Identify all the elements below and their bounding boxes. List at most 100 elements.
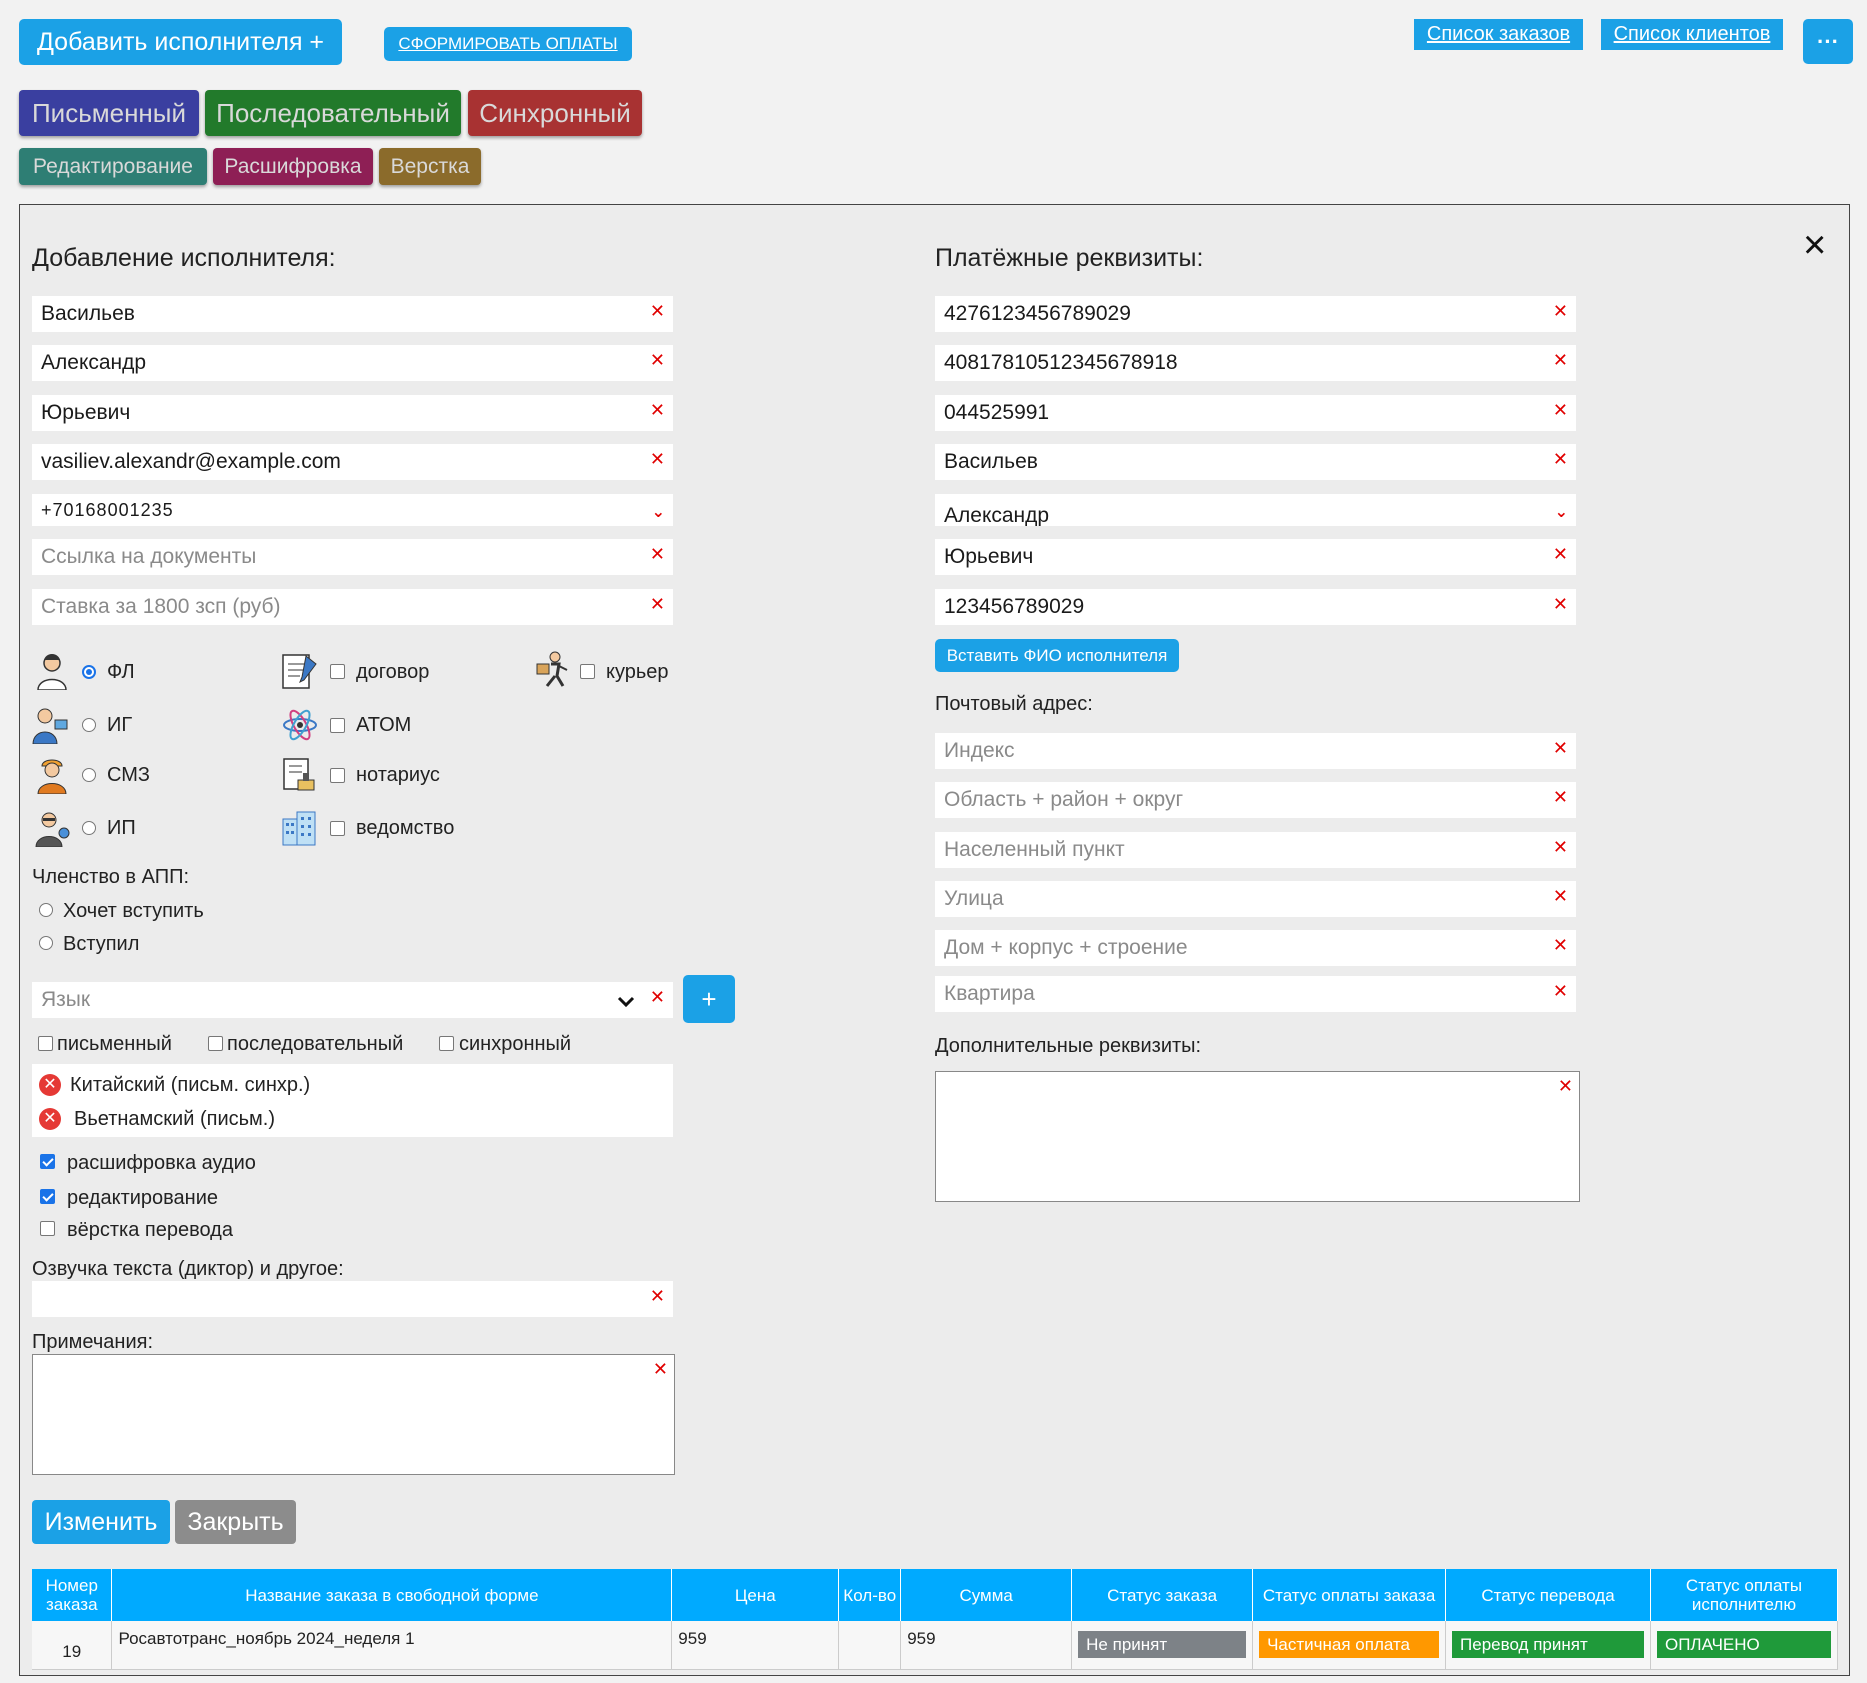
postal-house-field[interactable]: Дом + корпус + строение ✕ — [935, 930, 1576, 966]
check-mode-consecutive[interactable] — [208, 1036, 223, 1051]
last-name-field[interactable]: Васильев ✕ — [32, 296, 673, 332]
cell-price: 959 — [671, 1621, 840, 1670]
clear-icon[interactable]: ✕ — [653, 1359, 668, 1380]
radio-smz[interactable] — [82, 768, 96, 782]
close-icon[interactable]: × — [1803, 225, 1826, 265]
type-consecutive-button[interactable]: Последовательный — [205, 90, 461, 136]
check-mode-simultaneous[interactable] — [439, 1036, 454, 1051]
remove-language-icon[interactable]: ✕ — [39, 1108, 61, 1130]
middle-name-field[interactable]: Юрьевич ✕ — [32, 395, 673, 431]
sub-transcription-button[interactable]: Расшифровка — [213, 148, 373, 185]
payee-last-name-field[interactable]: Васильев ✕ — [935, 444, 1576, 480]
bik-field[interactable]: 044525991 ✕ — [935, 395, 1576, 431]
cell-trans-status: Перевод принят — [1445, 1621, 1651, 1670]
form-payments-button[interactable]: СФОРМИРОВАТЬ ОПЛАТЫ — [384, 27, 632, 61]
cell-order-num: 19 — [32, 1621, 113, 1670]
check-transcription[interactable] — [40, 1154, 55, 1169]
phone-field[interactable]: +70168001235 ⌄ — [32, 494, 673, 526]
clear-icon[interactable]: ✕ — [1553, 787, 1568, 808]
clear-icon[interactable]: ✕ — [1553, 981, 1568, 1002]
clear-icon[interactable]: ✕ — [650, 544, 665, 565]
type-written-button[interactable]: Письменный — [19, 90, 199, 136]
email-field[interactable]: vasiliev.alexandr@example.com ✕ — [32, 444, 673, 480]
postal-city-field[interactable]: Населенный пункт ✕ — [935, 832, 1576, 868]
language-select[interactable]: Язык ✕ — [32, 982, 673, 1018]
check-courier-label: курьер — [606, 661, 669, 683]
table-row[interactable]: 19 Росавтотранс_ноябрь 2024_неделя 1 959… — [32, 1621, 1839, 1670]
save-button[interactable]: Изменить — [32, 1500, 170, 1544]
sub-layout-button[interactable]: Верстка — [379, 148, 481, 185]
perf-pay-badge[interactable]: ОПЛАЧЕНО — [1656, 1631, 1831, 1659]
inn-field[interactable]: 123456789029 ✕ — [935, 589, 1576, 625]
radio-fl[interactable] — [82, 665, 96, 679]
clear-icon[interactable]: ✕ — [1553, 837, 1568, 858]
check-mode-consecutive-label: последовательный — [227, 1033, 404, 1055]
entrepreneur-icon — [33, 809, 71, 848]
voice-field[interactable]: ✕ — [32, 1281, 673, 1317]
clear-icon[interactable]: ✕ — [1553, 301, 1568, 322]
documents-link-field[interactable]: Ссылка на документы ✕ — [32, 539, 673, 575]
check-contract[interactable] — [330, 664, 345, 679]
close-button[interactable]: Закрыть — [175, 1500, 296, 1544]
clear-icon[interactable]: ✕ — [650, 350, 665, 371]
radio-ig-label: ИГ — [107, 714, 133, 736]
clear-icon[interactable]: ✕ — [650, 594, 665, 615]
cell-order-name: Росавтотранс_ноябрь 2024_неделя 1 — [111, 1621, 673, 1670]
sub-editing-button[interactable]: Редактирование — [19, 148, 207, 185]
clear-icon[interactable]: ✕ — [650, 987, 665, 1008]
trans-status-badge[interactable]: Перевод принят — [1452, 1631, 1644, 1659]
radio-ip[interactable] — [82, 821, 96, 835]
chevron-down-icon[interactable]: ⌄ — [652, 502, 665, 522]
postal-region-field[interactable]: Область + район + округ ✕ — [935, 782, 1576, 818]
add-performer-button[interactable]: Добавить исполнителя + — [19, 19, 342, 65]
clear-icon[interactable]: ✕ — [1553, 400, 1568, 421]
remove-language-icon[interactable]: ✕ — [39, 1074, 61, 1096]
insert-fio-button[interactable]: Вставить ФИО исполнителя — [935, 639, 1179, 672]
pay-status-badge[interactable]: Частичная оплата — [1259, 1631, 1440, 1659]
card-number-field[interactable]: 4276123456789029 ✕ — [935, 296, 1576, 332]
account-number-field[interactable]: 40817810512345678918 ✕ — [935, 345, 1576, 381]
extra-details-label: Дополнительные реквизиты: — [935, 1035, 1202, 1057]
chevron-down-icon[interactable] — [617, 991, 635, 1015]
clear-icon[interactable]: ✕ — [1553, 594, 1568, 615]
status-badge[interactable]: Не принят — [1078, 1631, 1247, 1659]
orders-list-link[interactable]: Список заказов — [1414, 19, 1583, 50]
radio-joined[interactable] — [39, 936, 53, 950]
notes-textarea[interactable]: ✕ — [32, 1354, 675, 1475]
check-atom-label: АТОМ — [356, 714, 412, 736]
postal-index-field[interactable]: Индекс ✕ — [935, 733, 1576, 769]
postal-street-field[interactable]: Улица ✕ — [935, 881, 1576, 917]
check-agency[interactable] — [330, 821, 345, 836]
rate-field[interactable]: Ставка за 1800 зсп (руб) ✕ — [32, 589, 673, 625]
check-mode-written-label: письменный — [57, 1033, 172, 1055]
clear-icon[interactable]: ✕ — [650, 400, 665, 421]
clear-icon[interactable]: ✕ — [1553, 886, 1568, 907]
clear-icon[interactable]: ✕ — [1553, 449, 1568, 470]
check-editing[interactable] — [40, 1189, 55, 1204]
clients-list-link[interactable]: Список клиентов — [1601, 19, 1783, 50]
more-menu-button[interactable]: ··· — [1803, 19, 1853, 64]
check-courier[interactable] — [580, 664, 595, 679]
check-notary[interactable] — [330, 768, 345, 783]
check-layout[interactable] — [40, 1221, 55, 1236]
radio-ig[interactable] — [82, 718, 96, 732]
payee-middle-name-field[interactable]: Юрьевич ✕ — [935, 539, 1576, 575]
clear-icon[interactable]: ✕ — [650, 1286, 665, 1307]
payee-first-name-field[interactable]: Александр ⌄ — [935, 494, 1576, 526]
clear-icon[interactable]: ✕ — [650, 449, 665, 470]
clear-icon[interactable]: ✕ — [650, 301, 665, 322]
clear-icon[interactable]: ✕ — [1553, 350, 1568, 371]
postal-apartment-field[interactable]: Квартира ✕ — [935, 976, 1576, 1012]
clear-icon[interactable]: ✕ — [1558, 1076, 1573, 1097]
check-atom[interactable] — [330, 718, 345, 733]
first-name-field[interactable]: Александр ✕ — [32, 345, 673, 381]
radio-wants-join[interactable] — [39, 903, 53, 917]
clear-icon[interactable]: ✕ — [1553, 935, 1568, 956]
check-mode-written[interactable] — [38, 1036, 53, 1051]
type-simultaneous-button[interactable]: Синхронный — [468, 90, 642, 136]
add-language-button[interactable]: + — [683, 975, 735, 1023]
chevron-down-icon[interactable]: ⌄ — [1555, 502, 1568, 522]
clear-icon[interactable]: ✕ — [1553, 544, 1568, 565]
extra-details-textarea[interactable]: ✕ — [935, 1071, 1580, 1202]
clear-icon[interactable]: ✕ — [1553, 738, 1568, 759]
